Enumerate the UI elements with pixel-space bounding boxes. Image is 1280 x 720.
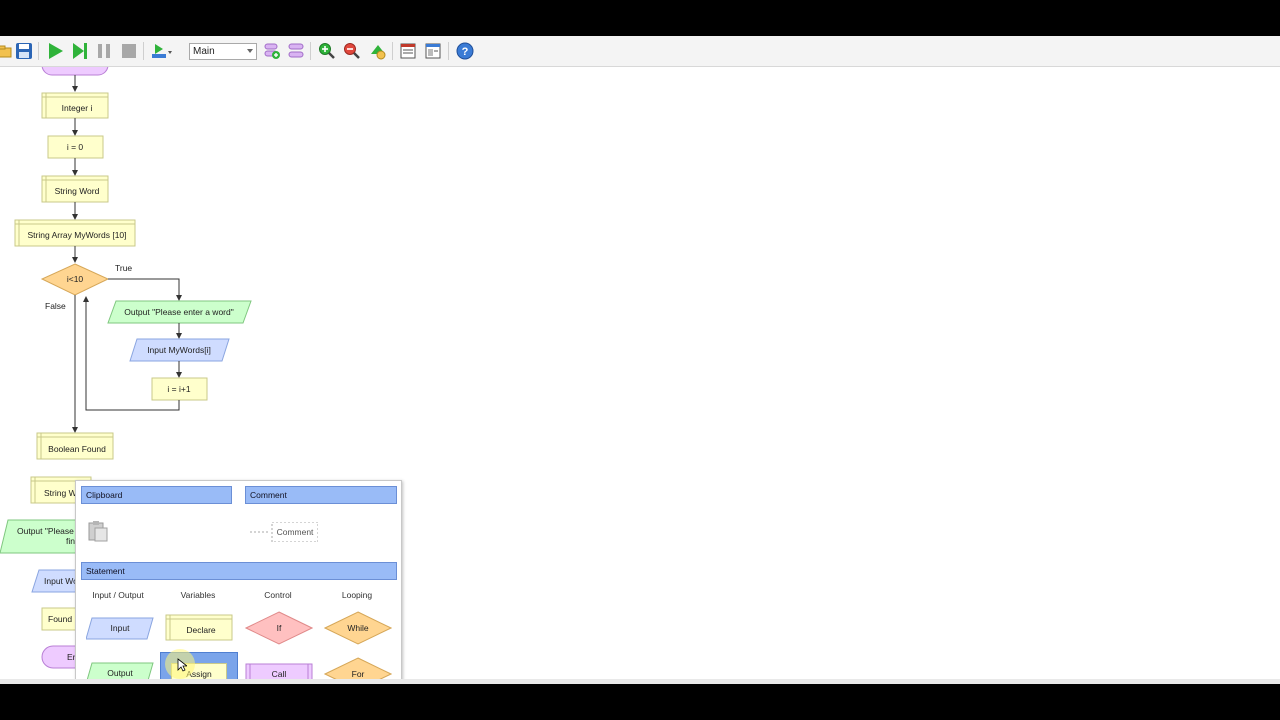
assign-i-zero[interactable]: i = 0 [47,135,104,159]
column-control: Control [264,590,292,600]
node-label: Output "Please [17,526,74,536]
function-select-value: Main [193,46,215,57]
column-variables: Variables [180,590,216,600]
console-icon[interactable] [422,40,444,62]
start-terminal[interactable] [41,67,109,76]
palette-if-shape[interactable]: If [245,611,313,645]
view-icon[interactable] [397,40,419,62]
declare-string-array[interactable]: String Array MyWords [10] [14,219,136,247]
node-label: String Array MyWords [10] [27,230,126,240]
palette-declare-label: Declare [186,625,216,635]
horizontal-scrollbar[interactable] [0,679,1280,684]
chevron-down-icon [247,49,253,53]
speed-icon[interactable] [151,40,173,62]
node-label: i = 0 [67,142,84,152]
palette-input-label: Input [110,623,130,633]
pause-icon[interactable] [93,40,115,62]
node-label: String Word [55,186,100,196]
node-label: fin [66,536,75,546]
node-label: Found [48,614,72,624]
add-function-icon[interactable] [261,40,283,62]
node-label: Boolean Found [48,444,106,454]
declare-integer-i[interactable]: Integer i [41,92,109,119]
zoom-in-icon[interactable] [316,40,338,62]
node-label: Input MyWords[i] [147,345,211,355]
statement-header: Statement [81,562,397,580]
step-icon[interactable] [69,40,91,62]
flowchart-canvas[interactable]: Integer i i = 0 String Word String Array… [0,67,1280,684]
comment-header: Comment [245,486,397,504]
declare-boolean-found[interactable]: Boolean Found [36,432,114,460]
palette-input-shape[interactable]: Input [86,617,154,640]
node-label: Integer i [62,103,93,113]
toolbar: Main ? [0,36,1280,67]
function-select[interactable]: Main [189,43,257,60]
clipboard-header: Clipboard [81,486,232,504]
node-label: i = i+1 [167,384,190,394]
stop-icon[interactable] [118,40,140,62]
palette-while-label: While [347,623,369,633]
shape-palette-popup: Clipboard Comment Comment Statement Inpu… [75,480,402,684]
palette-declare-shape[interactable]: Declare [165,614,233,641]
node-label: Input Wo [44,576,78,586]
svg-text:?: ? [462,46,469,58]
mouse-pointer-icon [177,658,187,672]
run-icon[interactable] [44,40,66,62]
output-prompt[interactable]: Output "Please enter a word" [107,300,252,324]
comment-shape[interactable]: Comment [250,522,318,542]
column-input-output: Input / Output [92,590,144,600]
node-label: Output "Please enter a word" [124,307,234,317]
node-label: i<10 [67,274,84,284]
declare-string-word[interactable]: String Word [41,175,109,203]
while-loop-condition[interactable]: i<10 [40,263,110,296]
input-mywords[interactable]: Input MyWords[i] [129,338,230,362]
save-icon[interactable] [13,40,35,62]
column-looping: Looping [341,590,373,600]
help-icon[interactable]: ? [454,40,476,62]
zoom-out-icon[interactable] [341,40,363,62]
node-label: String W [44,488,77,498]
comment-label: Comment [276,527,314,537]
false-branch-label: False [45,301,66,311]
layout-icon[interactable] [367,40,389,62]
palette-if-label: If [276,623,282,633]
flowgorithm-window: Main ? Integer i i = 0 String Word Strin… [0,36,1280,684]
assign-increment[interactable]: i = i+1 [151,377,208,401]
true-branch-label: True [115,263,132,273]
delete-function-icon[interactable] [285,40,307,62]
palette-while-shape[interactable]: While [324,611,392,645]
